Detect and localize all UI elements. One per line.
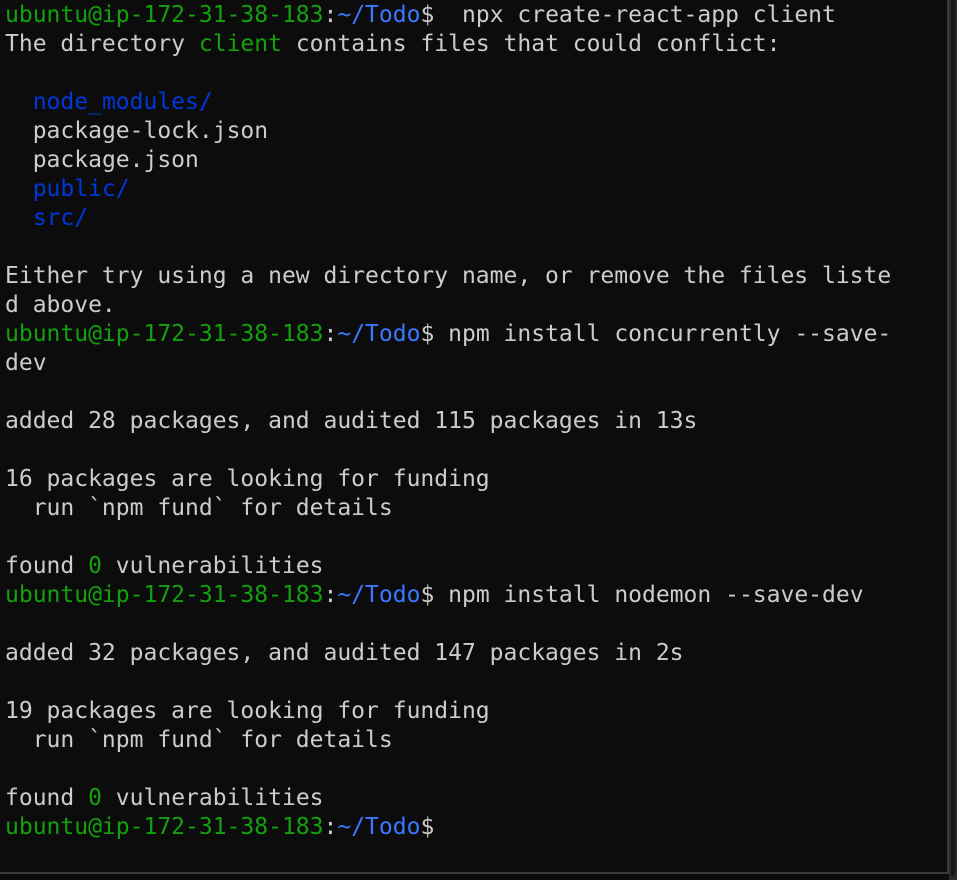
file-entry-name: package.json: [32, 147, 199, 173]
prompt-path: ~/Todo: [337, 582, 421, 608]
file-entry: public/: [5, 175, 891, 204]
output-line: run `npm fund` for details: [5, 495, 393, 521]
found-pre: found: [5, 553, 89, 579]
prompt-path: ~/Todo: [337, 814, 421, 840]
command-text: npm install nodemon --save-dev: [434, 582, 864, 608]
prompt-user-host: ubuntu@ip-172-31-38-183: [5, 814, 324, 840]
vulnerability-count: 0: [88, 553, 102, 579]
file-entry: node_modules/: [5, 88, 891, 117]
prompt-user-host: ubuntu@ip-172-31-38-183: [5, 321, 324, 347]
command-wrap: dev: [5, 350, 47, 376]
file-entry-name: public/: [32, 176, 130, 202]
conflict-message: The directory client contains files that…: [5, 30, 891, 59]
prompt-line-current[interactable]: ubuntu@ip-172-31-38-183:~/Todo$: [5, 813, 891, 842]
found-post: vulnerabilities: [101, 553, 324, 579]
prompt-colon: :: [323, 2, 338, 28]
conflict-post: contains files that could conflict:: [281, 31, 781, 57]
command-text: npx create-react-app client: [434, 2, 836, 28]
terminal-window[interactable]: ubuntu@ip-172-31-38-183:~/Todo$ npx crea…: [0, 0, 949, 874]
prompt-colon: :: [323, 582, 338, 608]
prompt-dollar: $: [420, 321, 435, 347]
output-line: added 32 packages, and audited 147 packa…: [5, 640, 684, 666]
file-entry: src/: [5, 204, 891, 233]
prompt-dollar: $: [420, 814, 435, 840]
prompt-colon: :: [323, 814, 338, 840]
prompt-line-1: ubuntu@ip-172-31-38-183:~/Todo$ npx crea…: [5, 1, 891, 30]
terminal-output[interactable]: ubuntu@ip-172-31-38-183:~/Todo$ npx crea…: [5, 1, 891, 842]
prompt-line-3: ubuntu@ip-172-31-38-183:~/Todo$ npm inst…: [5, 581, 891, 610]
output-line: 16 packages are looking for funding: [5, 466, 490, 492]
command-text: npm install concurrently --save-: [434, 321, 892, 347]
vulnerabilities-line: found 0 vulnerabilities: [5, 552, 891, 581]
output-line: d above.: [5, 292, 116, 318]
prompt-user-host: ubuntu@ip-172-31-38-183: [5, 582, 324, 608]
conflict-dir: client: [198, 31, 282, 57]
output-line: run `npm fund` for details: [5, 727, 393, 753]
output-line: added 28 packages, and audited 115 packa…: [5, 408, 698, 434]
prompt-path: ~/Todo: [337, 2, 421, 28]
vulnerabilities-line: found 0 vulnerabilities: [5, 784, 891, 813]
conflict-pre: The directory: [5, 31, 199, 57]
prompt-path: ~/Todo: [337, 321, 421, 347]
file-entry: package.json: [5, 146, 891, 175]
file-entry-name: node_modules/: [32, 89, 213, 115]
prompt-colon: :: [323, 321, 338, 347]
found-pre: found: [5, 785, 89, 811]
scrollbar-thumb[interactable]: [951, 0, 955, 876]
prompt-line-2: ubuntu@ip-172-31-38-183:~/Todo$ npm inst…: [5, 320, 891, 349]
prompt-user-host: ubuntu@ip-172-31-38-183: [5, 2, 324, 28]
output-line: 19 packages are looking for funding: [5, 698, 490, 724]
found-post: vulnerabilities: [101, 785, 324, 811]
file-entry: package-lock.json: [5, 117, 891, 146]
prompt-dollar: $: [420, 2, 435, 28]
file-entry-name: package-lock.json: [32, 118, 269, 144]
scrollbar[interactable]: [949, 0, 957, 880]
output-line: Either try using a new directory name, o…: [5, 263, 892, 289]
file-entry-name: src/: [32, 205, 89, 231]
vulnerability-count: 0: [88, 785, 102, 811]
prompt-dollar: $: [420, 582, 435, 608]
